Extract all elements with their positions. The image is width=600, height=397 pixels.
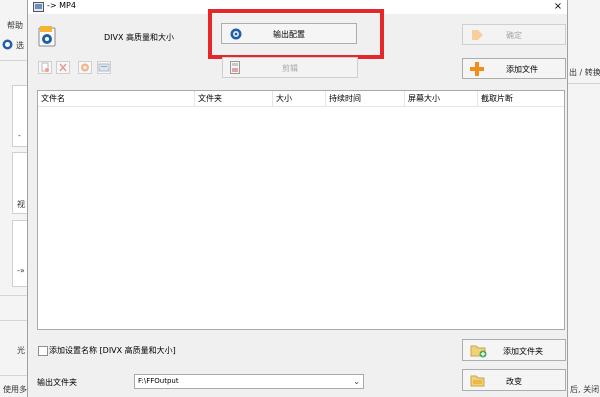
bg-divider xyxy=(0,295,27,296)
chevron-down-icon[interactable]: ⌄ xyxy=(353,375,360,388)
column-folder[interactable]: 文件夹 xyxy=(195,91,273,106)
confirm-button[interactable]: 确定 xyxy=(462,24,566,45)
bg-partial-text-2: 视 xyxy=(17,200,25,209)
clip-button[interactable]: 剪辑 xyxy=(222,57,358,78)
add-preset-name-option[interactable]: 添加设置名称 [DIVX 高质量和大小] xyxy=(38,345,176,356)
bg-partial-text: 选 xyxy=(16,41,24,50)
bg-divider xyxy=(0,375,27,376)
bg-dash: - xyxy=(18,131,21,140)
bg-convert-icon xyxy=(2,39,13,50)
new-item-icon[interactable] xyxy=(38,61,52,74)
change-button[interactable]: 改变 xyxy=(462,369,566,391)
column-screen-size[interactable]: 屏幕大小 xyxy=(405,91,478,106)
file-list[interactable]: 文件名 文件夹 大小 持续时间 屏幕大小 截取片断 xyxy=(37,90,565,330)
bg-partial-text-3: 光 xyxy=(17,346,25,355)
preset-name: DIVX 高质量和大小 xyxy=(104,33,175,42)
column-duration[interactable]: 持续时间 xyxy=(326,91,405,106)
column-size[interactable]: 大小 xyxy=(273,91,326,106)
add-file-button[interactable]: 添加文件 xyxy=(462,58,566,79)
dialog-title: -> MP4 xyxy=(47,1,76,10)
clear-icon[interactable] xyxy=(78,61,92,74)
add-preset-name-checkbox[interactable] xyxy=(38,345,48,356)
background-app-left-panel: 帮助 选 - 视 -» 光 使用多 xyxy=(0,0,28,397)
bg-right-status: 后, 关闭 xyxy=(570,385,600,394)
output-folder-label: 输出文件夹 xyxy=(37,378,77,387)
file-list-header: 文件名 文件夹 大小 持续时间 屏幕大小 截取片断 xyxy=(38,91,564,107)
close-button[interactable]: × xyxy=(550,0,566,14)
bg-divider xyxy=(0,320,27,321)
app-icon xyxy=(33,2,44,12)
bg-status-text: 使用多 xyxy=(3,385,27,394)
change-label: 改变 xyxy=(506,377,522,386)
bg-dash-3: -» xyxy=(17,266,25,275)
output-folder-value: F:\FFOutput xyxy=(138,377,179,385)
add-folder-label: 添加文件夹 xyxy=(503,347,543,356)
bg-right-text: 出 / 转换 xyxy=(569,68,600,77)
bg-menu-help: 帮助 xyxy=(7,21,23,30)
background-app-right-panel: 出 / 转换 后, 关闭 xyxy=(566,0,600,397)
bg-tile xyxy=(12,220,28,287)
output-folder-select[interactable]: F:\FFOutput ⌄ xyxy=(134,374,364,389)
add-preset-name-label: 添加设置名称 [DIVX 高质量和大小] xyxy=(49,346,176,355)
column-filename[interactable]: 文件名 xyxy=(38,91,195,106)
remove-icon[interactable] xyxy=(56,61,70,74)
red-highlight-annotation xyxy=(208,9,384,59)
confirm-label: 确定 xyxy=(506,31,522,40)
divx-preset-icon xyxy=(38,26,56,47)
add-file-label: 添加文件 xyxy=(506,65,538,74)
convert-dialog: -> MP4 × DIVX 高质量和大小 输出配置 确定 剪辑 添加文件 文件名… xyxy=(27,0,568,397)
media-info-icon[interactable] xyxy=(97,61,111,74)
column-clip-segment[interactable]: 截取片断 xyxy=(478,91,564,106)
bg-divider xyxy=(567,83,600,84)
add-folder-button[interactable]: 添加文件夹 xyxy=(462,339,566,361)
clip-label: 剪辑 xyxy=(282,64,298,73)
bg-divider xyxy=(0,60,27,61)
